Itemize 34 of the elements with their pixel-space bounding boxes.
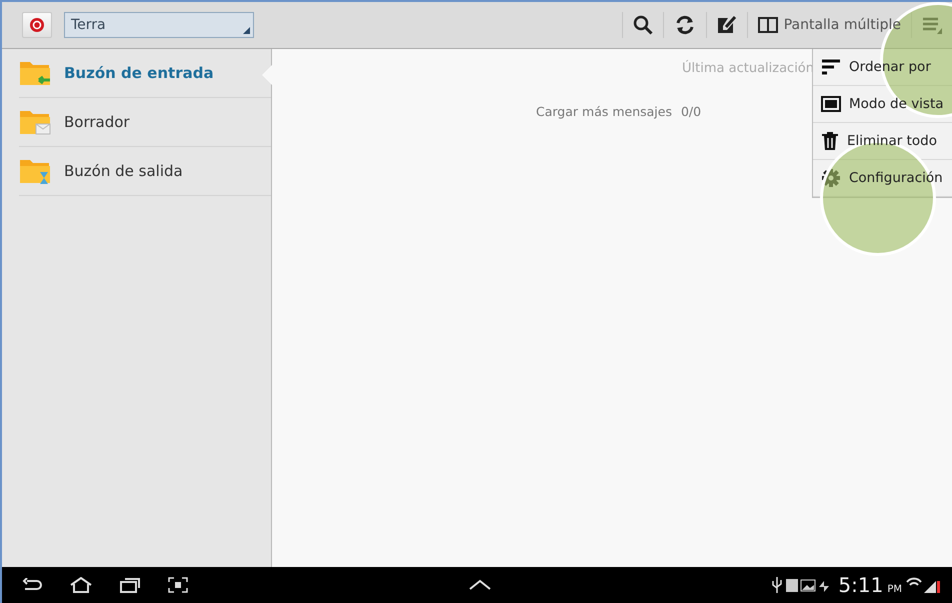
load-more-link[interactable]: Cargar más mensajes xyxy=(536,104,672,119)
clock-time: 5:11 xyxy=(838,573,884,597)
menu-item[interactable]: Ordenar por xyxy=(849,59,931,75)
clock-ampm: PM xyxy=(887,584,902,594)
dropdown-triangle-icon xyxy=(243,27,250,34)
signal-icons xyxy=(906,577,940,593)
home-icon[interactable] xyxy=(70,577,92,593)
folder-label[interactable]: Buzón de salida xyxy=(64,162,183,180)
message-count: 0/0 xyxy=(680,104,702,119)
split-screen-icon[interactable] xyxy=(758,17,778,33)
refresh-icon[interactable] xyxy=(674,15,696,35)
usb-icon xyxy=(772,577,782,593)
account-dropdown[interactable]: Terra xyxy=(64,12,254,38)
gear-icon xyxy=(821,168,841,188)
folder-icon xyxy=(19,109,51,135)
trash-icon xyxy=(821,132,839,150)
last-update-text: Última actualización xyxy=(682,61,814,76)
compose-icon[interactable] xyxy=(716,16,737,34)
screenshot-icon[interactable] xyxy=(168,577,188,593)
chevron-up-icon[interactable] xyxy=(469,579,492,591)
search-icon[interactable] xyxy=(632,15,653,35)
split-screen-button[interactable]: Pantalla múltiple xyxy=(784,17,901,33)
folder-label[interactable]: Buzón de entrada xyxy=(64,64,214,82)
back-icon[interactable] xyxy=(22,578,42,592)
recent-apps-icon[interactable] xyxy=(120,577,140,593)
folder-icon xyxy=(19,158,51,184)
menu-item[interactable]: Modo de vista xyxy=(849,96,944,112)
folder-label[interactable]: Borrador xyxy=(64,113,130,131)
email-app-icon xyxy=(29,17,45,33)
menu-item[interactable]: Eliminar todo xyxy=(847,133,937,149)
view-mode-icon xyxy=(821,96,841,112)
folder-icon xyxy=(19,60,51,86)
sort-icon xyxy=(821,59,841,75)
email-app-button[interactable] xyxy=(22,12,52,38)
